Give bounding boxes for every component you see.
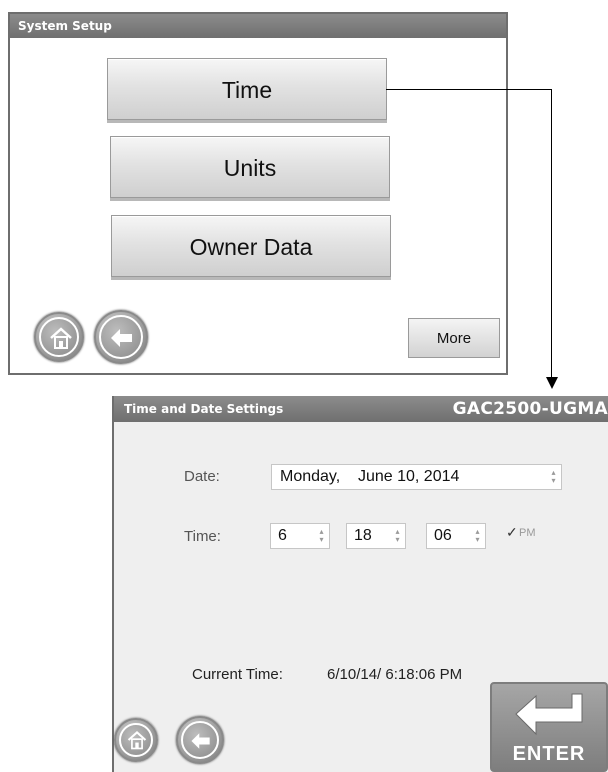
home-icon [50, 327, 72, 349]
back-button[interactable] [176, 716, 224, 764]
minute-value: 18 [354, 527, 372, 544]
time-date-settings-window: Time and Date Settings GAC2500-UGMA Date… [112, 396, 608, 772]
back-button[interactable] [94, 310, 148, 364]
time-button[interactable]: Time [107, 58, 387, 120]
enter-label: ENTER [512, 743, 586, 765]
back-arrow-icon [191, 733, 210, 749]
system-setup-window: System Setup Time Units Owner Data More [8, 12, 508, 375]
model-label: GAC2500-UGMA [452, 399, 608, 419]
home-button[interactable] [114, 718, 158, 762]
owner-data-button[interactable]: Owner Data [111, 215, 391, 277]
current-time-label: Current Time: [192, 666, 283, 683]
second-stepper[interactable]: 06 ▴ ▾ [426, 523, 486, 549]
pm-label: PM [519, 527, 536, 539]
more-button[interactable]: More [408, 318, 500, 358]
time-label: Time: [184, 528, 221, 545]
hour-value: 6 [278, 527, 287, 544]
spinner-arrows-icon[interactable]: ▴ ▾ [393, 528, 402, 544]
spinner-arrows-icon[interactable]: ▴ ▾ [317, 528, 326, 544]
minute-stepper[interactable]: 18 ▴ ▾ [346, 523, 406, 549]
connector-line [551, 89, 552, 379]
enter-arrow-icon [515, 693, 583, 736]
date-label: Date: [184, 468, 220, 485]
hour-stepper[interactable]: 6 ▴ ▾ [270, 523, 330, 549]
time-date-title: Time and Date Settings [124, 402, 284, 416]
back-arrow-icon [111, 329, 132, 347]
pm-checkbox[interactable]: ✓ [506, 524, 518, 541]
home-button[interactable] [34, 312, 84, 362]
spinner-arrows-icon[interactable]: ▴ ▾ [473, 528, 482, 544]
time-date-title-bar: Time and Date Settings GAC2500-UGMA [114, 396, 608, 422]
units-button[interactable]: Units [110, 136, 390, 198]
dropdown-arrow-icon: ▴ ▾ [551, 468, 556, 485]
connector-arrow-icon [546, 377, 558, 389]
current-time-value: 6/10/14/ 6:18:06 PM [327, 666, 463, 683]
home-icon [127, 730, 147, 750]
connector-line [386, 89, 552, 90]
date-select[interactable]: Monday, June 10, 2014 ▴ ▾ [271, 464, 562, 490]
system-setup-title: System Setup [10, 14, 506, 38]
enter-button[interactable]: ENTER [490, 682, 608, 772]
date-value: Monday, June 10, 2014 [280, 468, 460, 485]
second-value: 06 [434, 527, 452, 544]
